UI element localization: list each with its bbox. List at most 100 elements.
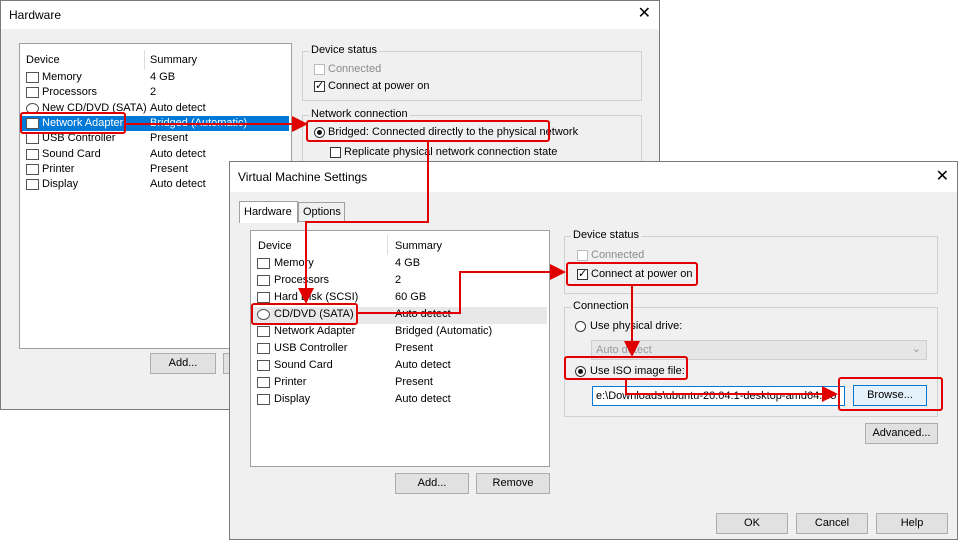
device-summary: Auto detect bbox=[150, 178, 206, 191]
device-summary: Auto detect bbox=[150, 147, 206, 160]
device-column-header: Device bbox=[26, 54, 60, 66]
processor-icon bbox=[257, 275, 270, 286]
back-device-status-group: Device status Connected Connect at power… bbox=[302, 44, 642, 101]
device-status-label: Device status bbox=[309, 44, 380, 56]
device-summary: 2 bbox=[150, 86, 157, 99]
sound-icon bbox=[257, 360, 270, 371]
device-summary: Present bbox=[150, 162, 188, 175]
network-connection-label: Network connection bbox=[309, 108, 410, 120]
device-summary: 4 GB bbox=[395, 257, 421, 269]
memory-icon bbox=[26, 72, 39, 83]
device-name: Printer bbox=[42, 162, 75, 175]
device-name: USB Controller bbox=[274, 342, 348, 354]
device-row[interactable]: Display Auto detect bbox=[253, 392, 547, 409]
hardware-titlebar: Hardware ✕ bbox=[1, 1, 659, 29]
device-name: Display bbox=[274, 393, 311, 405]
device-name: Network Adapter bbox=[274, 325, 356, 337]
device-row[interactable]: Sound Card Auto detect bbox=[253, 358, 547, 375]
back-add-button[interactable]: Add... bbox=[150, 353, 216, 374]
add-button[interactable]: Add... bbox=[395, 473, 469, 494]
tab-hardware[interactable]: Hardware bbox=[239, 201, 298, 223]
device-name: Memory bbox=[274, 257, 314, 269]
device-summary: Bridged (Automatic) bbox=[395, 325, 493, 337]
device-summary: 4 GB bbox=[150, 71, 176, 83]
device-summary: Present bbox=[395, 342, 433, 354]
replicate-checkbox[interactable] bbox=[330, 147, 341, 158]
usb-icon bbox=[26, 133, 39, 145]
device-row[interactable]: Memory 4 GB bbox=[253, 256, 547, 273]
display-icon bbox=[257, 394, 270, 405]
physical-drive-label: Use physical drive: bbox=[590, 320, 683, 332]
device-name: Sound Card bbox=[274, 359, 333, 371]
network-icon bbox=[257, 326, 270, 337]
tab-options[interactable]: Options bbox=[298, 202, 345, 222]
device-status-label: Device status bbox=[571, 229, 642, 241]
connected-checkbox[interactable] bbox=[577, 250, 588, 261]
harddisk-icon bbox=[257, 292, 270, 303]
device-summary: Present bbox=[150, 132, 188, 145]
highlight-iso-radio bbox=[564, 356, 688, 380]
physical-drive-value: Auto detect bbox=[596, 344, 652, 356]
printer-icon bbox=[257, 377, 270, 388]
column-divider bbox=[144, 50, 145, 70]
iso-path-value: e:\Downloads\ubuntu-20.04.1-desktop-amd6… bbox=[596, 390, 837, 402]
device-summary: Auto detect bbox=[150, 101, 206, 114]
device-name: Display bbox=[42, 178, 79, 191]
connect-power-label: Connect at power on bbox=[328, 80, 430, 92]
device-row[interactable]: Network Adapter Bridged (Automatic) bbox=[253, 324, 547, 341]
device-summary: Bridged (Automatic) bbox=[150, 116, 248, 129]
device-row[interactable]: Processors 2 bbox=[253, 273, 547, 290]
device-name: Printer bbox=[274, 376, 307, 388]
help-button[interactable]: Help bbox=[876, 513, 948, 534]
connection-label: Connection bbox=[571, 300, 631, 312]
device-summary: Auto detect bbox=[395, 359, 451, 371]
memory-icon bbox=[257, 258, 270, 269]
highlight-bridged bbox=[306, 120, 550, 142]
close-icon[interactable]: ✕ bbox=[936, 167, 949, 187]
printer-icon bbox=[26, 163, 39, 175]
device-summary: Auto detect bbox=[395, 393, 451, 405]
device-row[interactable]: Sound Card Auto detect bbox=[22, 147, 289, 162]
device-summary: 60 GB bbox=[395, 291, 427, 303]
highlight-network-adapter bbox=[20, 112, 126, 134]
highlight-cd-dvd bbox=[251, 303, 358, 325]
physical-drive-radio[interactable] bbox=[575, 321, 586, 332]
column-divider bbox=[387, 235, 388, 255]
device-row[interactable]: USB Controller Present bbox=[253, 341, 547, 358]
summary-column-header: Summary bbox=[395, 240, 443, 252]
ok-button[interactable]: OK bbox=[716, 513, 788, 534]
cancel-button[interactable]: Cancel bbox=[796, 513, 868, 534]
device-name: Processors bbox=[42, 86, 98, 99]
device-row[interactable]: Processors 2 bbox=[22, 85, 289, 100]
remove-button[interactable]: Remove bbox=[476, 473, 550, 494]
vm-settings-window: Virtual Machine Settings ✕ Hardware Opti… bbox=[229, 161, 958, 540]
device-summary: Present bbox=[395, 376, 433, 388]
iso-path-input[interactable]: e:\Downloads\ubuntu-20.04.1-desktop-amd6… bbox=[592, 386, 845, 406]
device-column-header: Device bbox=[258, 240, 292, 252]
device-summary: 2 bbox=[395, 274, 402, 286]
advanced-button[interactable]: Advanced... bbox=[865, 423, 938, 444]
device-row[interactable]: Printer Present bbox=[253, 375, 547, 392]
vm-settings-title: Virtual Machine Settings bbox=[238, 170, 368, 184]
display-icon bbox=[26, 179, 39, 191]
processor-icon bbox=[26, 87, 39, 99]
connected-checkbox[interactable] bbox=[314, 64, 325, 75]
front-device-list: Device Summary Memory 4 GB Processors 2 Hard… bbox=[250, 230, 550, 467]
sound-icon bbox=[26, 148, 39, 160]
connect-power-checkbox[interactable] bbox=[314, 79, 325, 92]
hardware-window-title: Hardware bbox=[9, 8, 62, 22]
vm-settings-titlebar: Virtual Machine Settings ✕ bbox=[230, 162, 957, 192]
highlight-browse bbox=[838, 377, 943, 411]
device-summary: Auto detect bbox=[395, 308, 451, 320]
replicate-label: Replicate physical network connection st… bbox=[344, 146, 558, 158]
device-name: Sound Card bbox=[42, 147, 101, 160]
device-row[interactable]: Memory 4 GB bbox=[22, 70, 289, 85]
usb-icon bbox=[257, 343, 270, 354]
device-name: Memory bbox=[42, 71, 82, 83]
close-icon[interactable]: ✕ bbox=[638, 4, 651, 24]
highlight-connect-power bbox=[566, 262, 698, 286]
summary-column-header: Summary bbox=[150, 54, 198, 66]
device-name: Hard Disk (SCSI) bbox=[274, 291, 359, 303]
device-name: Processors bbox=[274, 274, 330, 286]
connected-label: Connected bbox=[328, 63, 382, 75]
